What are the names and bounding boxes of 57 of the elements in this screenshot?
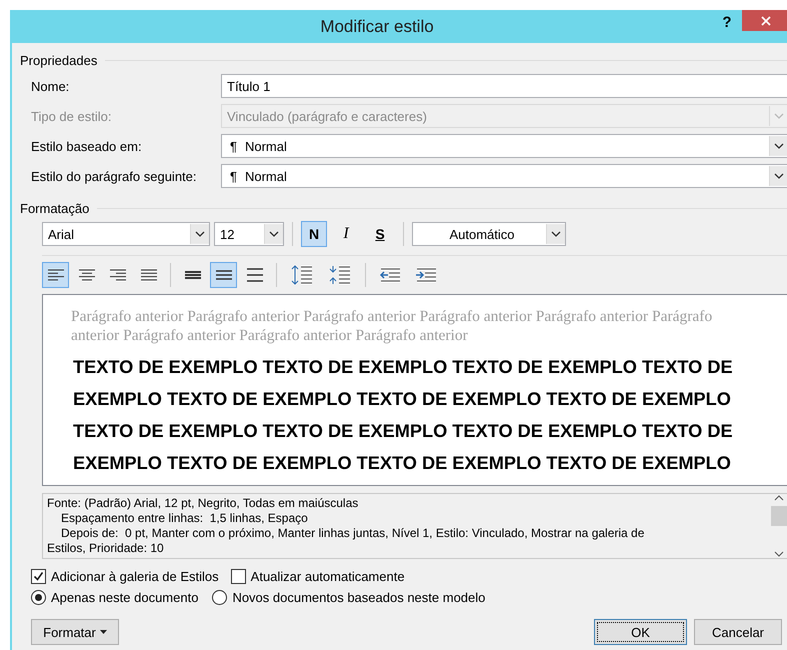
size-dropdown[interactable]: 12 — [214, 222, 284, 246]
indent-increase-icon — [415, 267, 437, 283]
checkbox[interactable] — [31, 569, 46, 584]
window-title: Modificar estilo — [319, 16, 435, 36]
align-right-icon — [108, 267, 128, 283]
font-dropdown[interactable]: Arial — [42, 222, 210, 246]
align-justify-icon — [138, 267, 158, 283]
description-text: Fonte: (Padrão) Arial, 12 pt, Negrito, Todas em maiúsculas — [47, 496, 360, 511]
cancel-button[interactable]: Cancelar — [694, 619, 782, 645]
description-text: Espaçamento entre linhas: 1,5 linhas, Espaço — [60, 511, 309, 526]
chevron-down-icon — [195, 231, 205, 237]
bold-button[interactable]: N — [301, 221, 327, 247]
italic-button[interactable]: I — [331, 221, 361, 247]
caret-icon — [100, 630, 107, 634]
checkbox-label: Atualizar automaticamente — [250, 569, 405, 584]
style-dropdown[interactable]: ¶ Normal — [221, 164, 787, 188]
color-dropdown[interactable]: Automático — [412, 222, 566, 246]
checkbox-label: Adicionar à galeria de Estilos — [51, 569, 219, 584]
chevron-down-icon — [774, 113, 784, 119]
help-button[interactable]: ? — [712, 14, 742, 31]
scroll-up-icon[interactable] — [774, 494, 784, 502]
section-heading: Formatação — [20, 200, 90, 216]
field-label: Nome: — [31, 78, 70, 94]
spacing-increase-icon — [291, 265, 313, 285]
underline-button[interactable]: S — [365, 221, 395, 247]
chevron-down-icon — [269, 231, 279, 237]
chevron-down-icon — [774, 143, 784, 149]
previous-paragraph-text: Parágrafo anterior Parágrafo anterior Parágrafo anterior Parágrafo anterior Parágrafo anterior Parágrafo anterior Parágrafo anterior Parágrafo anterior Parágrafo anterior — [71, 307, 714, 345]
field-label: Estilo do parágrafo seguinte: — [31, 168, 198, 184]
checkbox[interactable] — [230, 569, 246, 584]
line-spacing-icon — [246, 267, 264, 283]
line-spacing-button[interactable] — [210, 262, 237, 288]
scrollbar[interactable] — [770, 494, 787, 558]
ok-button[interactable]: OK — [594, 619, 687, 645]
spacing-decrease-icon — [329, 265, 351, 285]
radio-button[interactable] — [212, 590, 228, 605]
sample-text: TEXTO DE EXEMPLO TEXTO DE EXEMPLO TEXTO DE EXEMPLO TEXTO DE EXEMPLO TEXTO DE EXEMPLO TEXTO DE EXEMPLO TEXTO DE EXEMPLO TEXTO DE EXEMPLO TEXTO DE EXEMPLO TEXTO DE EXEMPLO TEXTO DE EXEMPLO TEXTO DE EXEMPLO TEXTO DE EXEMPLO TEXTO DE EXEMPLO — [73, 356, 734, 475]
radio-label: Apenas neste documento — [51, 590, 198, 605]
close-button[interactable] — [742, 10, 787, 31]
description-text: Estilos, Prioridade: 10 — [47, 541, 165, 556]
radio-label: Novos documentos baseados neste modelo — [232, 590, 486, 605]
field-label: Estilo baseado em: — [31, 138, 143, 154]
radio-button[interactable] — [31, 590, 46, 605]
indent-decrease-icon — [379, 267, 401, 283]
section-heading: Propriedades — [20, 52, 98, 68]
description-text: Depois de: 0 pt, Manter com o próximo, Manter linhas juntas, Nível 1, Estilo: Vinculado, Mostrar na galeria de — [60, 526, 646, 541]
align-button[interactable] — [42, 262, 69, 288]
align-left-icon — [46, 267, 66, 283]
name-field[interactable]: Título 1 — [221, 74, 787, 98]
scroll-down-icon[interactable] — [774, 550, 784, 558]
style-dropdown[interactable]: ¶ Normal — [221, 134, 787, 158]
close-icon — [760, 16, 770, 26]
chevron-down-icon — [551, 231, 561, 237]
align-center-icon — [76, 267, 96, 283]
field-label: Tipo de estilo: — [31, 108, 112, 124]
chevron-down-icon — [774, 173, 784, 179]
format-menu-button[interactable]: Formatar — [31, 619, 119, 645]
